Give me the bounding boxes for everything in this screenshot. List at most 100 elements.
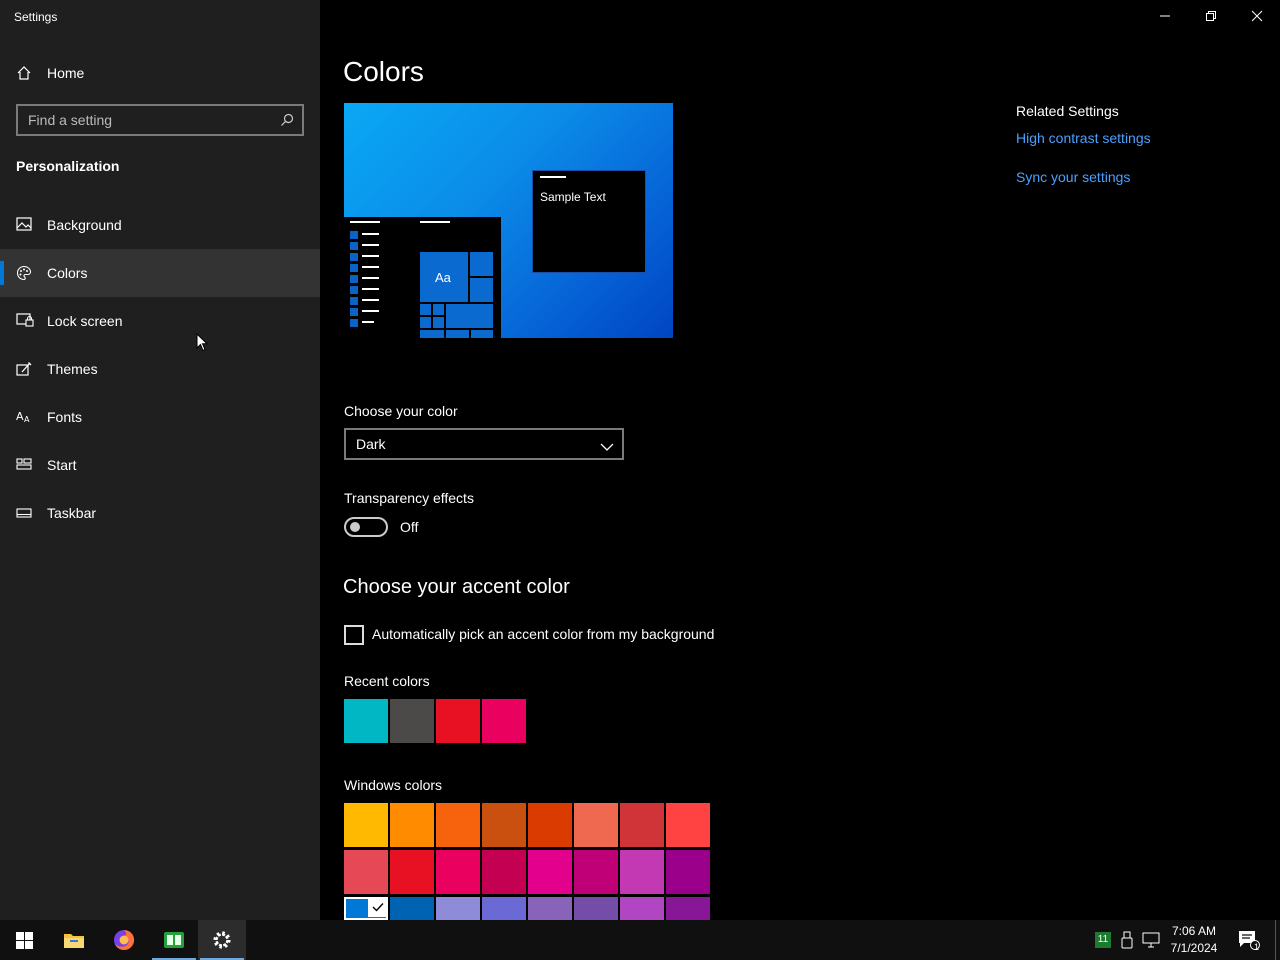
windows-color-swatch[interactable] <box>344 803 388 847</box>
windows-color-swatch[interactable] <box>390 850 434 894</box>
windows-color-swatch[interactable] <box>666 897 710 920</box>
transparency-toggle[interactable] <box>344 517 388 537</box>
windows-color-swatch[interactable] <box>482 803 526 847</box>
toggle-knob <box>350 522 360 532</box>
windows-color-swatch[interactable] <box>436 803 480 847</box>
preview-sample-text: Sample Text <box>540 190 606 204</box>
home-label: Home <box>47 65 85 81</box>
checkmark-icon <box>368 897 388 917</box>
recent-color-swatch[interactable] <box>436 699 480 743</box>
windows-color-swatch[interactable] <box>436 850 480 894</box>
transparency-label: Transparency effects <box>344 490 474 506</box>
firefox-button[interactable] <box>100 920 148 960</box>
recent-color-swatch[interactable] <box>390 699 434 743</box>
svg-text:A: A <box>24 415 30 423</box>
auto-pick-checkbox[interactable] <box>344 625 364 645</box>
gear-icon <box>213 931 231 949</box>
search-input[interactable] <box>28 111 268 129</box>
clock-time: 7:06 AM <box>1171 924 1217 938</box>
windows-color-swatch[interactable] <box>344 897 388 920</box>
lock-screen-icon <box>16 313 34 329</box>
home-icon <box>16 65 34 81</box>
windows-color-swatch[interactable] <box>620 897 664 920</box>
related-settings-title: Related Settings <box>1016 103 1119 119</box>
network-icon[interactable] <box>1142 932 1160 948</box>
recent-colors-label: Recent colors <box>344 673 430 689</box>
sidebar-item-label: Colors <box>47 265 88 281</box>
usb-icon[interactable] <box>1121 931 1133 949</box>
tray-badge-icon[interactable]: 11 <box>1095 932 1111 948</box>
accent-title: Choose your accent color <box>343 576 570 598</box>
windows-color-swatch[interactable] <box>574 850 618 894</box>
windows-color-swatch[interactable] <box>620 850 664 894</box>
svg-text:A: A <box>16 410 24 423</box>
high-contrast-link[interactable]: High contrast settings <box>1016 130 1151 146</box>
palette-icon <box>16 265 34 281</box>
transparency-state: Off <box>400 519 419 535</box>
windows-color-swatch[interactable] <box>574 803 618 847</box>
sidebar-item-background[interactable]: Background <box>0 201 320 249</box>
sidebar-item-themes[interactable]: Themes <box>0 345 320 393</box>
windows-color-swatch[interactable] <box>390 803 434 847</box>
sidebar-item-label: Start <box>47 457 77 473</box>
recent-color-swatch[interactable] <box>344 699 388 743</box>
windows-color-swatch[interactable] <box>666 850 710 894</box>
taskbar-icon <box>16 505 34 521</box>
color-preview: Aa Sample Text <box>344 103 673 338</box>
windows-color-swatch[interactable] <box>482 897 526 920</box>
themes-icon <box>16 361 34 377</box>
sidebar-item-label: Background <box>47 217 122 233</box>
windows-color-swatch[interactable] <box>482 850 526 894</box>
chevron-down-icon <box>600 439 614 451</box>
sidebar-item-fonts[interactable]: AA Fonts <box>0 393 320 441</box>
settings-taskbar-button[interactable] <box>198 920 246 960</box>
clock[interactable]: 7:06 AM 7/1/2024 <box>1164 923 1224 957</box>
action-center-button[interactable]: 1 <box>1230 920 1268 960</box>
auto-pick-label[interactable]: Automatically pick an accent color from … <box>372 626 714 642</box>
windows-color-swatch[interactable] <box>666 803 710 847</box>
choose-color-dropdown[interactable]: Dark <box>344 428 624 460</box>
sidebar-item-label: Lock screen <box>47 313 123 329</box>
window-title: Settings <box>14 10 58 24</box>
sidebar-item-start[interactable]: Start <box>0 441 320 489</box>
sidebar-item-lock-screen[interactable]: Lock screen <box>0 297 320 345</box>
sidebar-item-label: Fonts <box>47 409 83 425</box>
preview-tile-text: Aa <box>435 270 451 285</box>
minimize-icon <box>1160 15 1170 17</box>
start-icon <box>16 457 34 473</box>
sidebar-item-taskbar[interactable]: Taskbar <box>0 489 320 537</box>
close-icon <box>1251 10 1263 22</box>
green-app-button[interactable] <box>150 920 198 960</box>
restore-button[interactable] <box>1188 0 1234 32</box>
sidebar-item-colors[interactable]: Colors <box>0 249 320 297</box>
windows-color-swatch[interactable] <box>436 897 480 920</box>
search-box[interactable] <box>16 104 304 136</box>
search-icon[interactable] <box>280 113 294 127</box>
windows-color-swatch[interactable] <box>620 803 664 847</box>
sidebar-item-label: Themes <box>47 361 98 377</box>
file-explorer-button[interactable] <box>50 920 98 960</box>
start-button[interactable] <box>0 920 48 960</box>
restore-icon <box>1206 11 1216 21</box>
sync-settings-link[interactable]: Sync your settings <box>1016 169 1130 185</box>
home-nav-item[interactable]: Home <box>0 49 320 97</box>
minimize-button[interactable] <box>1142 0 1188 32</box>
windows-color-swatch[interactable] <box>528 803 572 847</box>
windows-color-swatch[interactable] <box>528 897 572 920</box>
recent-color-swatch[interactable] <box>482 699 526 743</box>
clock-date: 7/1/2024 <box>1170 941 1218 955</box>
sidebar-item-label: Taskbar <box>47 505 97 521</box>
picture-icon <box>16 217 34 233</box>
windows-color-swatch[interactable] <box>574 897 618 920</box>
windows-color-swatch[interactable] <box>528 850 572 894</box>
fonts-icon: AA <box>16 409 34 425</box>
windows-color-swatch[interactable] <box>390 897 434 920</box>
choose-color-value: Dark <box>356 436 386 452</box>
preview-window: Sample Text <box>532 170 646 273</box>
firefox-icon <box>114 929 135 950</box>
page-title: Colors <box>343 56 424 87</box>
show-desktop-button[interactable] <box>1275 920 1276 960</box>
book-app-icon <box>164 932 184 948</box>
close-button[interactable] <box>1234 0 1280 32</box>
windows-color-swatch[interactable] <box>344 850 388 894</box>
